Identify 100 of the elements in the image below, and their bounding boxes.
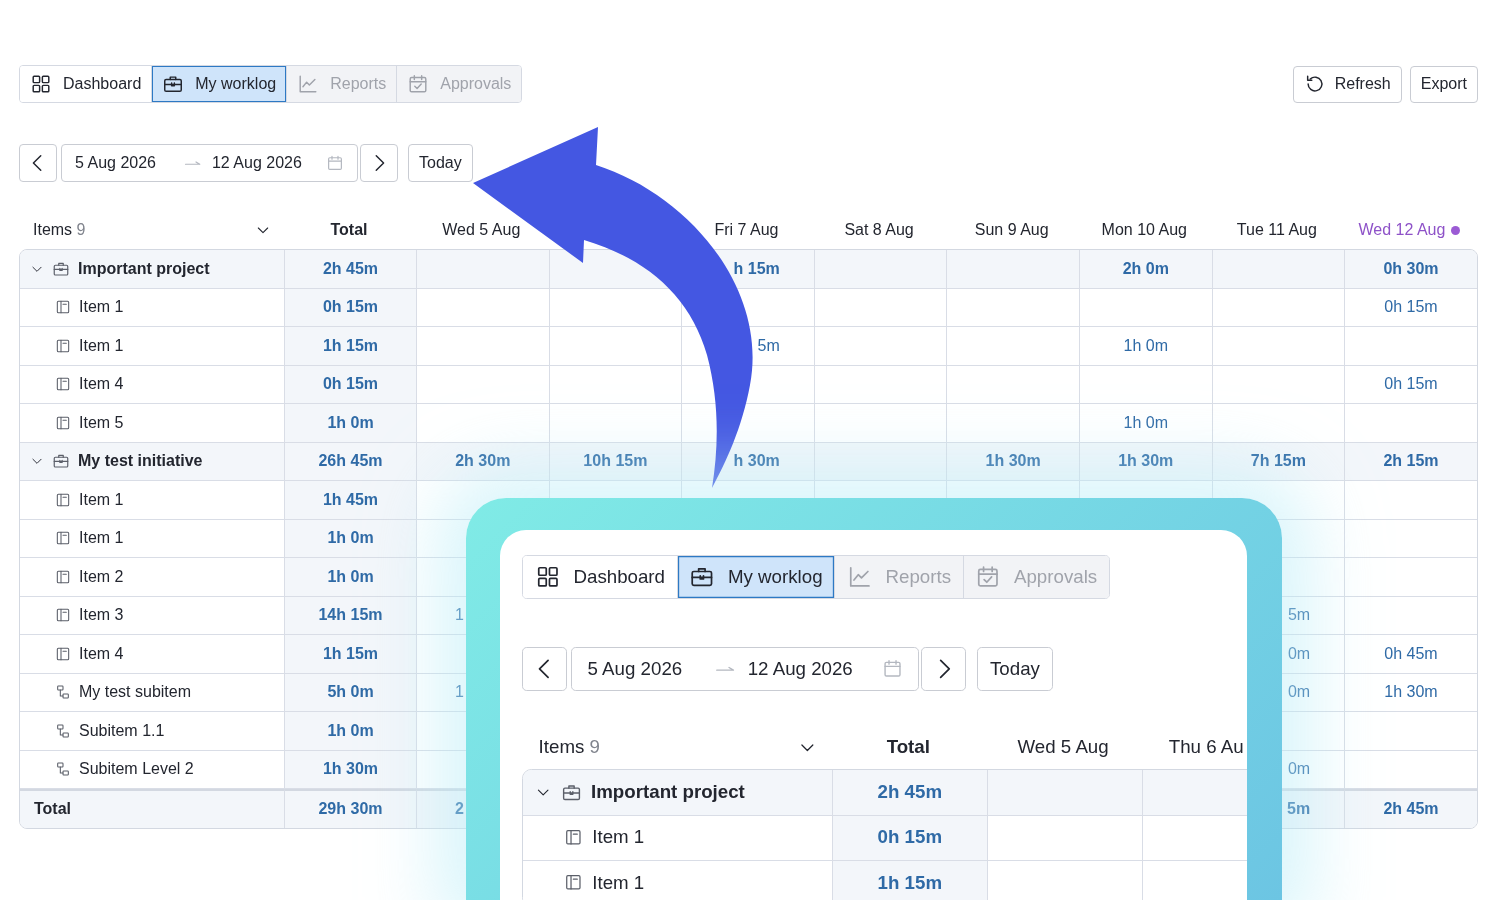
layout-icon bbox=[55, 376, 71, 393]
item-name: Item 4 bbox=[79, 643, 124, 664]
briefcase-icon bbox=[162, 73, 185, 95]
table-cell: 1h 15m bbox=[284, 635, 416, 674]
tab[interactable]: Dashboard bbox=[20, 66, 153, 102]
items-label: Items 9 bbox=[33, 220, 86, 240]
hierarchy-icon bbox=[55, 761, 71, 778]
table-cell: 26h 45m bbox=[284, 442, 416, 481]
item-name: Item 4 bbox=[79, 374, 124, 395]
column-header: Total bbox=[329, 220, 369, 240]
table-cell: 0h 15m bbox=[284, 288, 416, 327]
item-name: Item 1 bbox=[79, 528, 124, 549]
table-cell: 1h 0m bbox=[284, 404, 416, 443]
layout-icon bbox=[55, 299, 71, 316]
tab[interactable]: My worklog bbox=[677, 555, 836, 598]
date-range-field[interactable]: 5 Aug 2026 12 Aug 2026 bbox=[571, 646, 919, 692]
table-cell: 1h 0m bbox=[284, 558, 416, 597]
total-label: Total bbox=[34, 799, 72, 820]
table-cell: 2h 0m bbox=[1078, 250, 1212, 289]
table-cell: 29h 30m bbox=[284, 789, 416, 828]
item-name: Subitem Level 2 bbox=[79, 759, 194, 780]
item-name: Item 1 bbox=[79, 489, 124, 510]
item-name: Item 2 bbox=[79, 566, 124, 587]
column-header: Sun 9 Aug bbox=[973, 220, 1050, 240]
column-header: Total bbox=[885, 735, 931, 760]
table-cell: 0h 15m bbox=[1344, 365, 1477, 404]
date-range-field[interactable]: 5 Aug 2026 12 Aug 2026 bbox=[61, 144, 358, 182]
layout-icon bbox=[55, 530, 71, 547]
table-cell: 1h 15m bbox=[832, 860, 987, 900]
date-to: 12 Aug 2026 bbox=[747, 656, 853, 681]
column-header: Tue 11 Aug bbox=[1235, 220, 1318, 240]
briefcase-icon bbox=[52, 452, 70, 471]
date-to: 12 Aug 2026 bbox=[211, 153, 302, 173]
table-cell: 1h 30m bbox=[946, 442, 1079, 481]
calendar-icon bbox=[326, 154, 344, 172]
item-name: Item 3 bbox=[79, 605, 124, 626]
table-cell: 1h 0m bbox=[1078, 327, 1212, 366]
table-cell: 2h 30m bbox=[416, 442, 549, 481]
item-name: Item 1 bbox=[79, 297, 124, 318]
table-cell: 2h 45m bbox=[832, 770, 987, 816]
layout-icon bbox=[55, 607, 71, 624]
column-header: Wed 12 Aug bbox=[1343, 211, 1476, 249]
table-cell: 0h 15m bbox=[1344, 288, 1477, 327]
table-cell: 14h 15m bbox=[284, 596, 416, 635]
table-cell: 0h 15m bbox=[284, 365, 416, 404]
export-button[interactable]: Export bbox=[1409, 65, 1478, 103]
column-header: Fri 7 Aug bbox=[713, 220, 780, 240]
hierarchy-icon bbox=[55, 722, 71, 739]
table-cell: 1h 30m bbox=[1078, 442, 1212, 481]
item-name: My test subitem bbox=[79, 682, 192, 703]
table-cell: 1h 0m bbox=[284, 712, 416, 751]
table-cell: 7h 15m bbox=[1211, 442, 1345, 481]
table-cell: 0h 15m bbox=[832, 815, 987, 861]
table-cell: 2h 15m bbox=[1344, 442, 1477, 481]
item-name: Subitem 1.1 bbox=[79, 720, 165, 741]
items-label: Items 9 bbox=[538, 735, 600, 760]
item-name: Item 1 bbox=[592, 825, 645, 850]
hierarchy-icon bbox=[55, 684, 71, 701]
calendar-check-icon bbox=[407, 73, 430, 95]
table-cell: 1h 15m bbox=[284, 327, 416, 366]
layout-icon bbox=[55, 568, 71, 585]
tab[interactable]: Dashboard bbox=[523, 555, 678, 598]
tab[interactable]: My worklog bbox=[152, 66, 288, 102]
table-cell: 2h 45m bbox=[284, 250, 416, 289]
layout-icon bbox=[55, 337, 71, 354]
layout-icon bbox=[55, 414, 71, 431]
date-from: 5 Aug 2026 bbox=[587, 656, 683, 681]
next-button[interactable] bbox=[921, 646, 966, 692]
table-cell: 2h 45m bbox=[1344, 789, 1477, 828]
table-cell: 0h 45m bbox=[1344, 635, 1477, 674]
item-name: Item 1 bbox=[79, 335, 124, 356]
today-button[interactable]: Today bbox=[977, 646, 1053, 692]
layout-icon bbox=[564, 828, 583, 847]
table-cell: 1h 30m bbox=[284, 750, 416, 789]
table-cell: 1h 0m bbox=[1078, 404, 1212, 443]
column-header: Mon 10 Aug bbox=[1100, 220, 1188, 240]
grid-icon bbox=[30, 73, 52, 95]
refresh-button[interactable]: Refresh bbox=[1292, 65, 1402, 103]
group-name: Important project bbox=[591, 780, 745, 805]
group-name: My test initiative bbox=[78, 451, 203, 472]
calendar-icon bbox=[881, 658, 903, 680]
item-name: Item 5 bbox=[79, 412, 124, 433]
table-cell: 1h 0m bbox=[284, 519, 416, 558]
table-cell: 5h 0m bbox=[284, 673, 416, 712]
layout-icon bbox=[564, 873, 583, 892]
table-cell: 1h 45m bbox=[284, 481, 416, 520]
table-cell: 1h 30m bbox=[1344, 673, 1477, 712]
previous-button[interactable] bbox=[19, 144, 57, 182]
item-name: Item 1 bbox=[592, 870, 645, 895]
layout-icon bbox=[55, 645, 71, 662]
date-from: 5 Aug 2026 bbox=[75, 153, 156, 173]
table-cell: 10h 15m bbox=[548, 442, 682, 481]
table-cell: 0h 30m bbox=[1344, 250, 1477, 289]
next-button[interactable] bbox=[360, 144, 398, 182]
column-header: Wed 5 Aug bbox=[1016, 735, 1110, 760]
today-button[interactable]: Today bbox=[408, 144, 473, 182]
group-name: Important project bbox=[78, 258, 210, 279]
column-header: Wed 5 Aug bbox=[441, 220, 522, 240]
layout-icon bbox=[55, 491, 71, 508]
column-header: Sat 8 Aug bbox=[843, 220, 915, 240]
